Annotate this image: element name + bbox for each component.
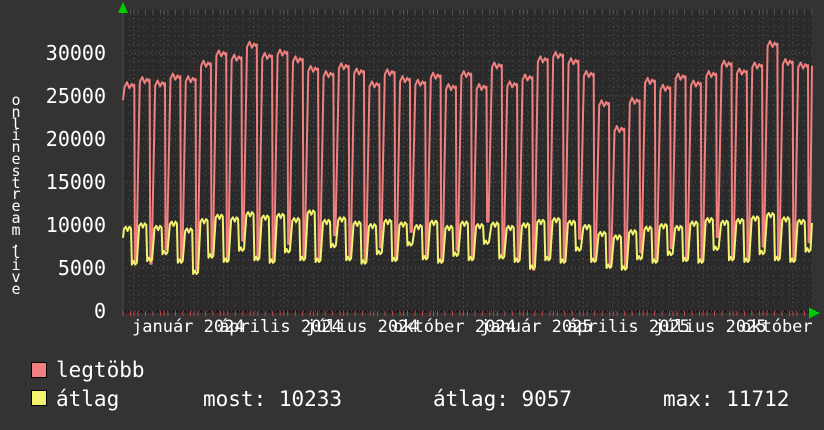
y-axis-label: 20000	[36, 129, 106, 149]
vertical-title-char: e	[4, 284, 28, 296]
legend-swatch-atlag	[31, 390, 47, 406]
y-axis-label: 30000	[36, 43, 106, 63]
legend-label-legtobb: legtöbb	[56, 360, 145, 381]
graph-canvas: { "colors": { "background": "#333333", "…	[0, 0, 824, 430]
up-arrow-icon	[118, 2, 128, 13]
vertical-axis-title: onlinestream.live	[4, 95, 28, 296]
y-axis-label: 10000	[36, 215, 106, 235]
stat-atlag: átlag: 9057	[433, 389, 572, 410]
plot-area	[115, 0, 824, 330]
x-axis-label: október 2025	[741, 319, 824, 337]
y-axis-label: 15000	[36, 172, 106, 192]
y-axis-label: 0	[36, 301, 106, 321]
stat-most: most: 10233	[203, 389, 342, 410]
y-axis-label: 25000	[36, 86, 106, 106]
stat-max: max: 11712	[663, 389, 789, 410]
legend-swatch-legtobb	[31, 362, 47, 378]
legend-label-atlag: átlag	[56, 389, 119, 410]
y-axis-label: 5000	[36, 258, 106, 278]
